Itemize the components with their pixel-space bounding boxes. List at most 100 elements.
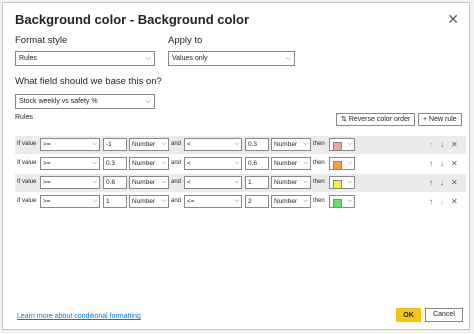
type2-select-text: Number <box>274 179 298 186</box>
chevron-down-icon: ⌵ <box>92 179 97 185</box>
value2-input-text: 0.3 <box>248 141 258 148</box>
delete-icon[interactable]: ✕ <box>451 159 458 168</box>
type1-select[interactable]: Number ⌵ <box>129 157 169 170</box>
type2-select[interactable]: Number ⌵ <box>271 195 311 208</box>
type2-select-text: Number <box>274 160 298 167</box>
operator1-select[interactable]: >= ⌵ <box>40 195 100 208</box>
cancel-button[interactable]: Cancel <box>425 308 463 322</box>
value2-input-text: 0.6 <box>248 160 258 167</box>
reverse-color-order-button[interactable]: ⇅ Reverse color order <box>336 113 416 126</box>
delete-icon[interactable]: ✕ <box>451 178 458 187</box>
move-down-icon[interactable]: ↓ <box>440 140 444 149</box>
new-rule-button[interactable]: + New rule <box>418 113 462 126</box>
and-label: and <box>171 141 181 147</box>
chevron-down-icon: ⌵ <box>145 98 151 105</box>
chevron-down-icon: ⌵ <box>303 141 308 147</box>
color-picker[interactable]: ⌵ <box>329 176 355 189</box>
chevron-down-icon: ⌵ <box>234 141 239 147</box>
operator1-select-text: >= <box>43 179 51 186</box>
value2-input[interactable]: 2 <box>245 195 269 208</box>
if-value-label: If value <box>17 160 36 166</box>
operator1-select-text: >= <box>43 141 51 148</box>
then-label-text: then <box>313 160 325 166</box>
value2-input-text: 2 <box>248 198 252 205</box>
format-style-select[interactable]: Rules ⌵ <box>15 51 155 66</box>
conditional-format-dialog: Background color - Background color ✕ Fo… <box>2 2 470 330</box>
chevron-down-icon: ⌵ <box>161 179 166 185</box>
chevron-down-icon: ⌵ <box>161 198 166 204</box>
operator2-select-text: < <box>187 179 191 186</box>
type1-select-text: Number <box>132 160 156 167</box>
and-label-text: and <box>171 141 182 147</box>
color-swatch <box>333 199 342 207</box>
move-up-icon[interactable]: ↑ <box>429 197 433 206</box>
type1-select-text: Number <box>132 141 156 148</box>
delete-icon[interactable]: ✕ <box>451 140 458 149</box>
if-value-label: If value <box>17 198 36 204</box>
value1-input[interactable]: 1 <box>103 195 127 208</box>
move-up-icon[interactable]: ↑ <box>429 159 433 168</box>
type1-select[interactable]: Number ⌵ <box>129 138 169 151</box>
operator2-select[interactable]: < ⌵ <box>184 138 242 151</box>
type1-select[interactable]: Number ⌵ <box>129 176 169 189</box>
operator2-select-text: < <box>187 160 191 167</box>
then-label: then <box>313 198 325 204</box>
type2-select[interactable]: Number ⌵ <box>271 176 311 189</box>
operator2-select[interactable]: < ⌵ <box>184 176 242 189</box>
operator1-select[interactable]: >= ⌵ <box>40 157 100 170</box>
chevron-down-icon: ⌵ <box>347 141 352 147</box>
chevron-down-icon: ⌵ <box>234 179 239 185</box>
value2-input[interactable]: 1 <box>245 176 269 189</box>
chevron-down-icon: ⌵ <box>234 198 239 204</box>
and-label-text: and <box>171 198 182 204</box>
move-up-icon[interactable]: ↑ <box>429 178 433 187</box>
learn-more-link[interactable]: Learn more about conditional formatting <box>17 313 141 320</box>
apply-to-label: Apply to <box>168 35 203 46</box>
operator2-select[interactable]: < ⌵ <box>184 157 242 170</box>
value1-input[interactable]: 0.6 <box>103 176 127 189</box>
move-down-icon[interactable]: ↓ <box>440 197 444 206</box>
then-label: then <box>313 179 325 185</box>
value1-input[interactable]: -1 <box>103 138 127 151</box>
and-label-text: and <box>171 179 182 185</box>
and-label-text: and <box>171 160 182 166</box>
color-picker[interactable]: ⌵ <box>329 138 355 151</box>
type1-select-text: Number <box>132 198 156 205</box>
chevron-down-icon: ⌵ <box>347 160 352 166</box>
move-down-icon[interactable]: ↓ <box>440 159 444 168</box>
if-value-label-text: If value <box>17 160 37 166</box>
color-picker[interactable]: ⌵ <box>329 157 355 170</box>
type2-select[interactable]: Number ⌵ <box>271 157 311 170</box>
type2-select[interactable]: Number ⌵ <box>271 138 311 151</box>
apply-to-select[interactable]: Values only ⌵ <box>168 51 295 66</box>
move-up-icon[interactable]: ↑ <box>429 140 433 149</box>
chevron-down-icon: ⌵ <box>234 160 239 166</box>
then-label-text: then <box>313 198 325 204</box>
type1-select[interactable]: Number ⌵ <box>129 195 169 208</box>
then-label: then <box>313 141 325 147</box>
base-field-label: What field should we base this on? <box>15 76 162 87</box>
operator1-select-text: >= <box>43 160 51 167</box>
value2-input-text: 1 <box>248 179 252 186</box>
delete-icon[interactable]: ✕ <box>451 197 458 206</box>
ok-button[interactable]: OK <box>396 308 421 322</box>
value2-input[interactable]: 0.3 <box>245 138 269 151</box>
value1-input[interactable]: 0.3 <box>103 157 127 170</box>
value2-input[interactable]: 0.6 <box>245 157 269 170</box>
chevron-down-icon: ⌵ <box>161 160 166 166</box>
operator1-select[interactable]: >= ⌵ <box>40 176 100 189</box>
color-picker[interactable]: ⌵ <box>329 195 355 208</box>
then-label: then <box>313 160 325 166</box>
reverse-color-order-label: Reverse color order <box>348 116 411 123</box>
value1-input-text: 1 <box>106 198 110 205</box>
dialog-title: Background color - Background color <box>15 12 250 27</box>
chevron-down-icon: ⌵ <box>347 198 352 204</box>
if-value-label-text: If value <box>17 179 37 185</box>
close-icon[interactable]: ✕ <box>447 11 459 28</box>
base-field-select[interactable]: Stock weekly vs safety % ⌵ <box>15 94 155 109</box>
operator1-select[interactable]: >= ⌵ <box>40 138 100 151</box>
swap-icon: ⇅ <box>341 116 347 123</box>
operator2-select[interactable]: <= ⌵ <box>184 195 242 208</box>
operator1-select-text: >= <box>43 198 51 205</box>
move-down-icon[interactable]: ↓ <box>440 178 444 187</box>
